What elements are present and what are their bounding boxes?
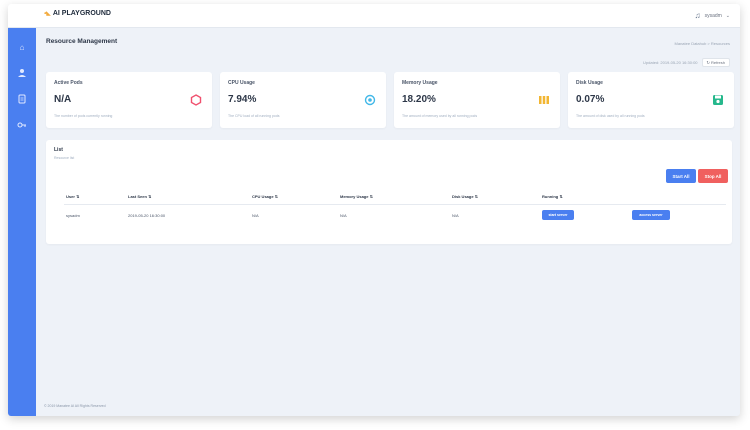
user-menu[interactable]: ♫ sysadm ⌄ — [695, 11, 730, 20]
chevron-down-icon: ⌄ — [725, 12, 730, 19]
cell-cpu-usage: N/A — [252, 213, 259, 218]
disk-icon — [712, 94, 724, 106]
column-header-user[interactable]: User ⇅ — [66, 194, 79, 199]
brand[interactable]: ▪•◣ AI PLAYGROUND — [44, 10, 111, 17]
column-header-running[interactable]: Running ⇅ — [542, 194, 563, 199]
stat-value: N/A — [54, 94, 72, 105]
resource-list-card: List Resource list Start All Stop All Us… — [46, 140, 732, 244]
bell-icon[interactable]: ♫ — [695, 11, 701, 20]
column-header-memory-usage[interactable]: Memory Usage ⇅ — [340, 194, 373, 199]
key-icon[interactable] — [16, 120, 28, 132]
stat-description: The amount of memory used by all running… — [402, 114, 478, 118]
list-subtitle: Resource list — [54, 156, 75, 160]
stat-card-cpu-usage: CPU Usage 7.94% The CPU load of all runn… — [220, 72, 386, 128]
updated-timestamp: Updated: 2019-05-20 16:30:00 — [643, 60, 698, 65]
logo-icon: ▪•◣ — [44, 11, 51, 17]
cell-memory-usage: N/A — [340, 213, 347, 218]
user-icon[interactable] — [16, 68, 28, 80]
access-server-button[interactable]: access server — [632, 210, 670, 220]
column-header-cpu-usage[interactable]: CPU Usage ⇅ — [252, 194, 278, 199]
page-title: Resource Management — [46, 38, 118, 45]
stat-value: 0.07% — [576, 94, 605, 105]
footer-copyright: © 2019 Manatee AI All Rights Reserved — [44, 404, 106, 408]
list-title: List — [54, 147, 63, 153]
updated-row: Updated: 2019-05-20 16:30:00 ↻ Refresh — [643, 58, 730, 67]
main-content: Resource Management Manatee Datahub > Re… — [36, 28, 740, 416]
refresh-button[interactable]: ↻ Refresh — [701, 58, 730, 67]
stat-value: 18.20% — [402, 94, 436, 105]
breadcrumb[interactable]: Manatee Datahub > Resources — [675, 41, 730, 46]
column-header-last-seen[interactable]: Last Seen ⇅ — [128, 194, 151, 199]
stat-description: The number of pods currently running — [54, 114, 113, 118]
stat-card-memory-usage: Memory Usage 18.20% The amount of memory… — [394, 72, 560, 128]
stat-label: Memory Usage — [402, 80, 438, 86]
start-all-button[interactable]: Start All — [666, 169, 696, 183]
cell-disk-usage: N/A — [452, 213, 459, 218]
start-server-button[interactable]: start server — [542, 210, 574, 220]
stat-description: The CPU load of all running pods — [228, 114, 280, 118]
stat-card-active-pods: Active Pods N/A The number of pods curre… — [46, 72, 212, 128]
stop-all-button[interactable]: Stop All — [698, 169, 728, 183]
top-bar: ▪•◣ AI PLAYGROUND ♫ sysadm ⌄ — [8, 4, 740, 28]
stat-label: CPU Usage — [228, 80, 255, 86]
stat-label: Active Pods — [54, 80, 83, 86]
brand-name: AI PLAYGROUND — [52, 10, 111, 17]
stat-card-disk-usage: Disk Usage 0.07% The amount of disk used… — [568, 72, 734, 128]
document-icon[interactable] — [16, 94, 28, 106]
app-window: ▪•◣ AI PLAYGROUND ♫ sysadm ⌄ ⌂ Resource … — [8, 4, 740, 416]
stat-value: 7.94% — [228, 94, 257, 105]
stat-label: Disk Usage — [576, 80, 603, 86]
hexagon-icon — [190, 94, 202, 106]
cell-user: sysadm — [66, 213, 80, 218]
home-icon[interactable]: ⌂ — [16, 42, 28, 54]
sidebar: ⌂ — [8, 28, 36, 416]
memory-icon — [538, 94, 550, 106]
cell-last-seen: 2019-05-20 16:30:00 — [128, 213, 166, 218]
column-header-disk-usage[interactable]: Disk Usage ⇅ — [452, 194, 478, 199]
user-name: sysadm — [704, 12, 722, 19]
table-header-divider — [64, 204, 726, 205]
cpu-icon — [364, 94, 376, 106]
stat-description: The amount of disk used by all running p… — [576, 114, 645, 118]
